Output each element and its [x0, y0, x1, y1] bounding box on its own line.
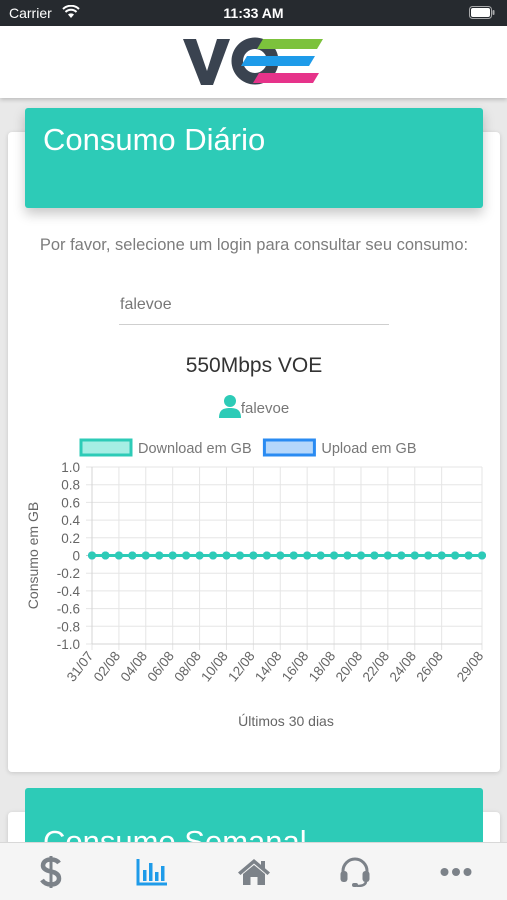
data-point [437, 551, 446, 560]
data-point [397, 551, 406, 560]
x-tick-label: 20/08 [333, 649, 366, 685]
data-point [383, 551, 392, 560]
tab-consumo[interactable] [101, 843, 202, 900]
y-tick-label: 0.2 [61, 531, 80, 546]
more-icon [440, 868, 471, 876]
user-line: falevoe [8, 394, 500, 418]
data-point [128, 551, 137, 560]
data-point [464, 551, 473, 560]
x-tick-label: 22/08 [360, 649, 393, 685]
data-point [168, 551, 177, 560]
daily-card-title: Consumo Diário [43, 122, 266, 157]
x-tick-label: 18/08 [306, 649, 339, 685]
data-point [451, 551, 460, 560]
x-tick-label: 06/08 [144, 649, 177, 685]
battery-icon [469, 6, 495, 22]
x-tick-label: 04/08 [118, 649, 151, 685]
y-tick-label: 0.6 [61, 495, 80, 510]
data-point [262, 551, 271, 560]
x-tick-label: 12/08 [225, 649, 258, 685]
data-point [209, 551, 218, 560]
login-select[interactable]: falevoe [119, 287, 389, 325]
y-tick-label: 1.0 [61, 460, 80, 475]
data-point [235, 551, 244, 560]
daily-consumption-chart: Download em GB Upload em GB 1.0 0.8 0.6 0.4 0.… [25, 438, 487, 729]
tab-mais[interactable] [405, 843, 506, 900]
data-point [155, 551, 164, 560]
y-axis-title: Consumo em GB [25, 502, 41, 609]
data-point [303, 551, 312, 560]
plan-name: 550Mbps VOE [185, 354, 323, 377]
data-point [195, 551, 204, 560]
status-bar: Carrier 11:33 AM [0, 0, 507, 26]
y-tick-label: -0.2 [57, 566, 80, 581]
data-point [343, 551, 352, 560]
data-point [478, 551, 486, 560]
x-tick-label: 08/08 [171, 649, 204, 685]
y-tick-label: -0.6 [57, 602, 80, 617]
data-point [249, 551, 258, 560]
tab-inicio[interactable] [203, 843, 304, 900]
data-point [289, 551, 298, 560]
legend-label-1: Upload em GB [321, 441, 416, 457]
y-tick-label: 0.8 [61, 478, 80, 493]
y-tick-label: -1.0 [57, 637, 80, 652]
tab-suporte[interactable] [304, 843, 405, 900]
headset-icon [340, 857, 369, 887]
y-tick-label: 0.4 [61, 513, 80, 528]
x-tick-label: 31/07 [64, 649, 97, 685]
data-point [141, 551, 150, 560]
y-tick-label: -0.8 [57, 619, 80, 634]
y-tick-label: 0 [72, 549, 80, 564]
legend-swatch-1 [262, 438, 316, 457]
data-point [276, 551, 285, 560]
user-name: falevoe [240, 400, 290, 417]
bar-chart-icon [136, 859, 167, 886]
data-point [410, 551, 419, 560]
data-point [88, 551, 96, 560]
data-point [114, 551, 123, 560]
legend-label-0: Download em GB [138, 441, 252, 457]
voe-logo [183, 36, 323, 93]
user-icon [218, 395, 241, 418]
home-icon [237, 859, 270, 885]
x-tick-label: 14/08 [252, 649, 285, 685]
y-tick-label: -0.4 [57, 584, 81, 599]
data-point [316, 551, 325, 560]
tab-financeiro[interactable] [0, 843, 101, 900]
login-instruction: Por favor, selecione um login para consu… [39, 236, 469, 254]
x-tick-label: 24/08 [386, 649, 419, 685]
data-point [222, 551, 231, 560]
data-point [101, 551, 110, 560]
data-point [424, 551, 433, 560]
x-tick-label: 26/08 [413, 649, 446, 685]
tab-bar [0, 842, 507, 900]
data-point [330, 551, 339, 560]
x-axis-title: Últimos 30 dias [238, 713, 334, 729]
dollar-icon [39, 856, 61, 888]
app-header [0, 26, 507, 98]
x-tick-label: 16/08 [279, 649, 312, 685]
daily-consumption-card: Consumo Diário Por favor, selecione um l… [8, 108, 500, 772]
x-tick-label: 02/08 [91, 649, 124, 685]
data-point [356, 551, 365, 560]
data-point [182, 551, 191, 560]
daily-card-header: Consumo Diário [25, 108, 483, 208]
legend-swatch-0 [79, 438, 133, 457]
x-tick-label: 10/08 [198, 649, 231, 685]
x-tick-label: 29/08 [454, 649, 487, 685]
data-point [370, 551, 379, 560]
clock: 11:33 AM [223, 5, 284, 21]
